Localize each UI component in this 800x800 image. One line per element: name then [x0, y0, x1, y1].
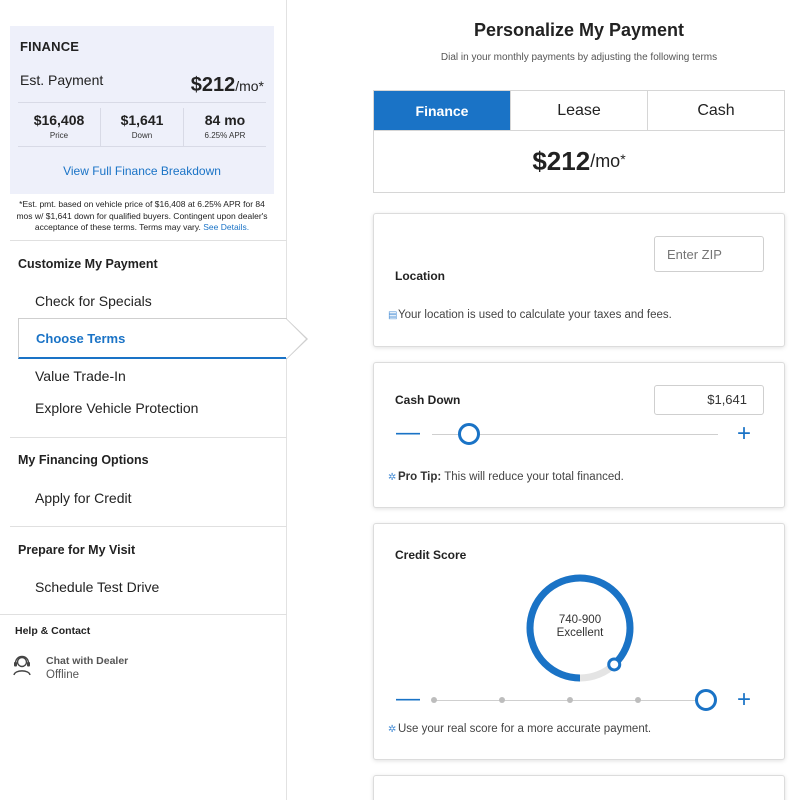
see-details-link[interactable]: See Details. — [203, 222, 249, 232]
section-heading-financing: My Financing Options — [18, 453, 149, 467]
est-payment-value: $212 — [190, 74, 236, 96]
zip-input[interactable] — [654, 236, 764, 272]
credit-score-note: ✲ Use your real score for a more accurate… — [388, 723, 651, 735]
nav-schedule-test-drive[interactable]: Schedule Test Drive — [35, 579, 159, 595]
lightbulb-icon: ✲ — [388, 724, 397, 735]
est-payment-amount: $212/mo* — [191, 74, 264, 97]
page-title: Personalize My Payment — [473, 20, 685, 40]
nav-value-trade-in[interactable]: Value Trade-In — [35, 368, 126, 384]
view-finance-breakdown-link[interactable]: View Full Finance Breakdown — [10, 164, 274, 178]
credit-score-gauge: 740-900 Excellent — [522, 570, 638, 686]
pro-tip: ✲ Pro Tip: This will reduce your total fi… — [388, 471, 624, 483]
chat-status: Offline — [46, 669, 80, 681]
credit-score-title: Credit Score — [395, 548, 467, 562]
credit-note-text: Use your real score for a more accurate … — [398, 723, 652, 735]
stat-term: 84 mo 6.25% APR — [183, 108, 266, 146]
divider — [10, 437, 287, 438]
divider — [0, 614, 287, 615]
pro-tip-label: Pro Tip: — [398, 471, 442, 483]
location-note: ▤Your location is used to calculate your… — [388, 309, 672, 321]
est-payment-unit: /mo* — [235, 78, 264, 94]
slider-tick — [635, 697, 641, 703]
stat-value: $1,641 — [120, 112, 164, 128]
cash-down-decrease-button[interactable]: — — [396, 421, 420, 445]
next-term-card — [373, 775, 785, 800]
stat-label: Down — [131, 131, 153, 140]
monthly-payment-display: $212/mo * — [373, 130, 785, 193]
tab-finance[interactable]: Finance — [374, 91, 510, 130]
nav-choose-terms[interactable]: Choose Terms — [18, 318, 287, 359]
headset-icon — [13, 655, 31, 676]
est-payment-label: Est. Payment — [20, 72, 104, 88]
finance-summary-box: FINANCE Est. Payment $212/mo* $16,408 Pr… — [10, 26, 274, 194]
location-card: Location ▤Your location is used to calcu… — [373, 213, 785, 347]
credit-rating: Excellent — [556, 627, 604, 639]
stat-label: Price — [49, 131, 69, 140]
cash-down-title: Cash Down — [395, 393, 461, 407]
finance-title: FINANCE — [20, 39, 80, 54]
nav-item-label: Choose Terms — [36, 331, 126, 346]
stat-price: $16,408 Price — [18, 108, 100, 146]
payment-unit: /mo — [590, 151, 621, 171]
tab-cash[interactable]: Cash — [647, 91, 784, 130]
slider-tick — [431, 697, 437, 703]
credit-score-slider-handle[interactable] — [695, 689, 717, 711]
tab-lease[interactable]: Lease — [510, 91, 647, 130]
section-heading-customize: Customize My Payment — [18, 257, 158, 271]
location-title: Location — [395, 269, 445, 283]
stat-value: 84 mo — [204, 112, 246, 128]
section-heading-visit: Prepare for My Visit — [18, 543, 136, 557]
credit-range: 740-900 — [558, 614, 602, 626]
finance-stats: $16,408 Price $1,641 Down 84 mo 6.25% AP… — [18, 108, 266, 146]
finance-disclaimer: *Est. pmt. based on vehicle price of $16… — [10, 199, 274, 234]
cash-down-input[interactable]: $1,641 — [654, 385, 764, 415]
nav-check-specials[interactable]: Check for Specials — [35, 293, 152, 309]
payment-amount: $212 — [532, 146, 591, 176]
chat-with-dealer-link[interactable]: Chat with Dealer — [46, 655, 128, 667]
stat-down: $1,641 Down — [100, 108, 183, 146]
sidebar: FINANCE Est. Payment $212/mo* $16,408 Pr… — [0, 0, 308, 800]
cash-down-increase-button[interactable]: + — [737, 422, 751, 446]
slider-tick — [499, 697, 505, 703]
nav-apply-credit[interactable]: Apply for Credit — [35, 490, 131, 506]
divider — [10, 240, 287, 241]
lightbulb-icon: ✲ — [388, 472, 397, 483]
cash-down-slider-handle[interactable] — [458, 423, 481, 445]
cash-down-card: Cash Down $1,641 — + ✲ Pro Tip: This will… — [373, 362, 785, 508]
page-subtitle: Dial in your monthly payments by adjusti… — [440, 52, 718, 63]
divider — [18, 102, 266, 103]
active-arrow-fill — [286, 319, 306, 359]
slider-tick — [567, 697, 573, 703]
payment-asterisk: * — [620, 151, 626, 167]
stat-value: $16,408 — [33, 112, 85, 128]
help-contact-heading: Help & Contact — [15, 625, 91, 637]
location-note-text: Your location is used to calculate your … — [398, 309, 672, 321]
divider — [10, 526, 287, 527]
credit-score-decrease-button[interactable]: — — [396, 687, 420, 711]
pro-tip-text: This will reduce your total financed. — [441, 471, 624, 483]
nav-explore-protection[interactable]: Explore Vehicle Protection — [35, 400, 198, 416]
divider — [18, 146, 266, 147]
stat-label: 6.25% APR — [204, 131, 246, 140]
info-icon: ▤ — [388, 310, 398, 321]
payment-type-tabs: Finance Lease Cash — [373, 90, 785, 130]
credit-score-card: Credit Score 740-900 Excellent — + ✲ Use … — [373, 523, 785, 760]
credit-score-increase-button[interactable]: + — [737, 688, 751, 712]
